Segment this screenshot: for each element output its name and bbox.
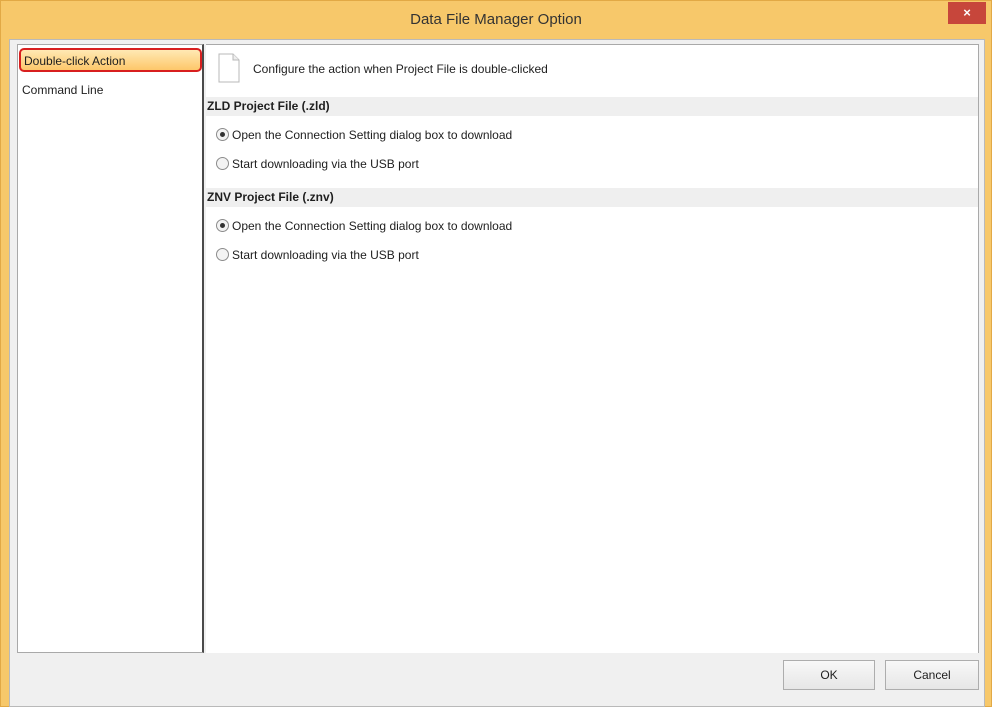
sidebar-item-command-line[interactable]: Command Line xyxy=(19,79,202,103)
close-button[interactable]: × xyxy=(948,2,986,24)
radio-label: Start downloading via the USB port xyxy=(232,157,419,171)
radio-button-checked[interactable] xyxy=(216,128,229,141)
radio-button-unchecked[interactable] xyxy=(216,157,229,170)
section-header-znv: ZNV Project File (.znv) xyxy=(206,188,978,207)
title-bar[interactable]: Data File Manager Option × xyxy=(1,1,991,39)
document-icon xyxy=(218,53,240,83)
panel-header: Configure the action when Project File i… xyxy=(218,51,958,91)
ok-button[interactable]: OK xyxy=(783,660,875,690)
close-icon: × xyxy=(963,5,971,20)
settings-panel: Configure the action when Project File i… xyxy=(206,44,979,653)
radio-button-checked[interactable] xyxy=(216,219,229,232)
sidebar-item-label: Command Line xyxy=(22,83,104,97)
cancel-button[interactable]: Cancel xyxy=(885,660,979,690)
radio-label: Start downloading via the USB port xyxy=(232,248,419,262)
panel-description: Configure the action when Project File i… xyxy=(253,62,548,76)
radio-button-unchecked[interactable] xyxy=(216,248,229,261)
radio-label: Open the Connection Setting dialog box t… xyxy=(232,219,513,233)
radio-label: Open the Connection Setting dialog box t… xyxy=(232,128,513,142)
dialog-window: Data File Manager Option × Double-click … xyxy=(0,0,992,707)
window-title: Data File Manager Option xyxy=(410,11,582,28)
option-category-list: Double-click Action Command Line xyxy=(17,44,204,653)
sidebar-item-double-click-action[interactable]: Double-click Action xyxy=(19,48,202,72)
section-header-zld: ZLD Project File (.zld) xyxy=(206,97,978,116)
dialog-client: Double-click Action Command Line Configu… xyxy=(9,39,985,707)
sidebar-item-label: Double-click Action xyxy=(24,54,126,68)
